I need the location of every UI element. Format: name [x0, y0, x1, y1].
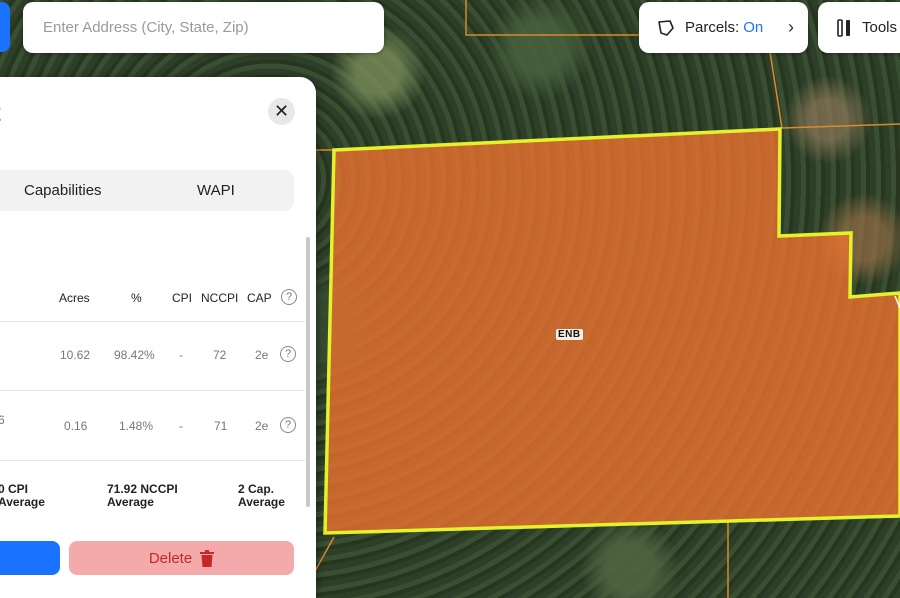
cell-nccpi: 71: [214, 419, 228, 433]
cell-map-unit: 6: [0, 413, 5, 427]
delete-label: Delete: [148, 549, 193, 567]
cell-cap: 2e: [255, 419, 269, 433]
nccpi-average: 71.92 NCCPI Average: [107, 482, 178, 509]
table-divider: [0, 321, 305, 322]
tools-button[interactable]: Tools: [818, 2, 900, 53]
polygon-icon: [658, 19, 674, 36]
help-circle-icon[interactable]: ?: [281, 289, 297, 305]
cell-cpi: -: [179, 348, 183, 362]
parcels-label: Parcels:: [685, 19, 740, 36]
tab-wapi[interactable]: WAPI: [197, 182, 235, 199]
tools-label: Tools: [862, 19, 898, 36]
parcels-toggle-button[interactable]: Parcels: On ›: [639, 2, 808, 53]
cell-percent: 98.42%: [114, 348, 155, 362]
address-search-input[interactable]: [41, 18, 384, 37]
cpi-average: 0 CPI Average: [0, 482, 45, 509]
cell-cap: 2e: [255, 348, 269, 362]
cell-acres: 10.62: [60, 348, 91, 362]
cell-acres: 0.16: [64, 419, 88, 433]
soil-polygon[interactable]: [323, 127, 900, 535]
panel-tabs: Capabilities WAPI: [0, 170, 294, 211]
help-circle-icon[interactable]: ?: [280, 346, 296, 362]
column-header-cpi: CPI: [172, 291, 193, 305]
cell-nccpi: 72: [213, 348, 227, 362]
soil-unit-label[interactable]: ENB: [556, 329, 583, 340]
tools-icon: [837, 18, 850, 37]
column-header-percent: %: [131, 291, 142, 305]
cell-cpi: -: [179, 419, 183, 433]
cap-average: 2 Cap. Average: [238, 482, 285, 509]
column-header-cap: CAP: [247, 291, 272, 305]
tab-capabilities[interactable]: Capabilities: [24, 182, 102, 199]
column-header-nccpi: NCCPI: [201, 291, 239, 305]
panel-title: t: [0, 97, 1, 128]
table-divider: [0, 390, 305, 391]
close-button[interactable]: ✕: [268, 98, 295, 125]
menu-toggle-button[interactable]: [0, 2, 10, 52]
column-header-acres: Acres: [59, 291, 90, 305]
address-search-box: [23, 2, 384, 53]
chevron-right-icon: ›: [788, 17, 794, 37]
soil-report-panel: t ✕ Capabilities WAPI Acres % CPI NCCPI …: [0, 77, 316, 598]
help-circle-icon[interactable]: ?: [280, 417, 296, 433]
panel-scrollbar[interactable]: [306, 237, 310, 507]
close-icon: ✕: [273, 101, 290, 121]
parcels-state: On: [743, 19, 764, 36]
table-divider: [0, 460, 305, 461]
trash-icon: [200, 549, 215, 567]
delete-button[interactable]: Delete: [69, 541, 294, 575]
primary-action-button[interactable]: [0, 541, 60, 575]
cell-percent: 1.48%: [119, 419, 154, 433]
